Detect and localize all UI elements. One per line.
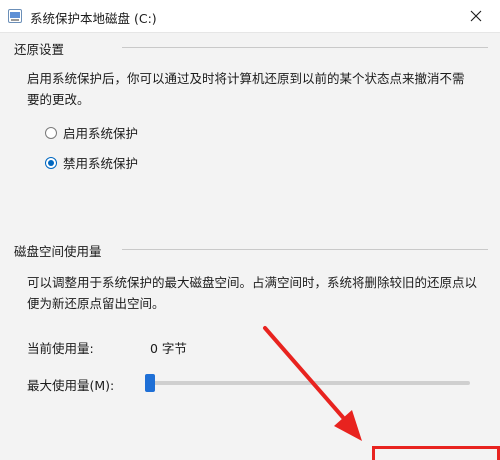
annotation-arrow <box>263 326 362 441</box>
